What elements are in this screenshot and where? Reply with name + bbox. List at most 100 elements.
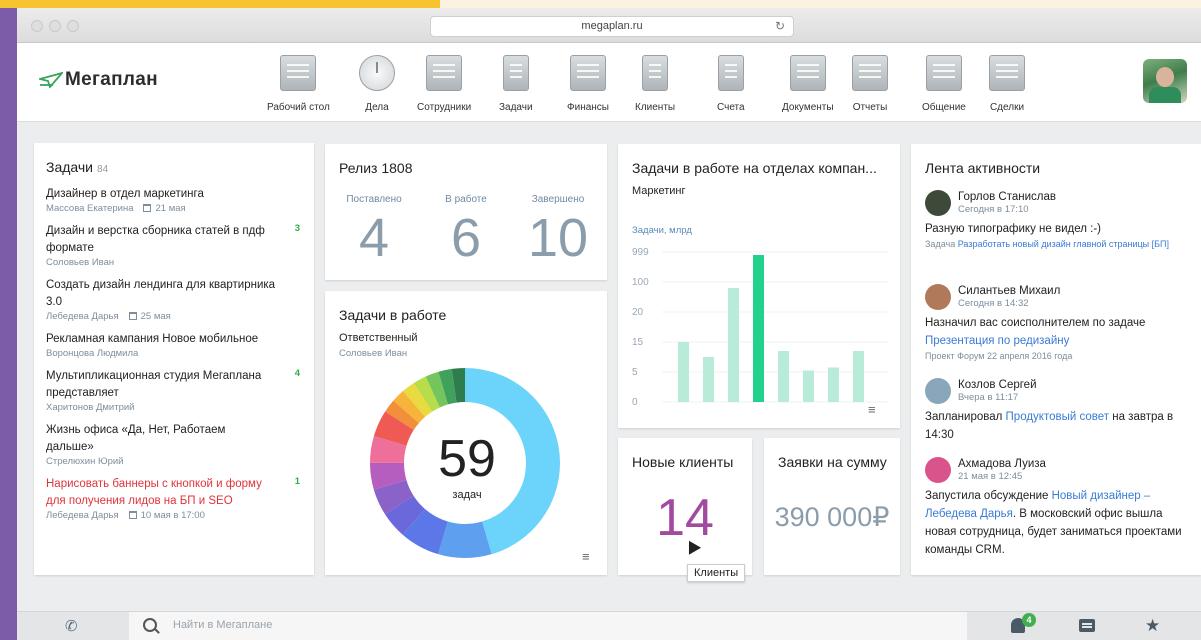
task-item[interactable]: Жизнь офиса «Да, Нет, Работаем дальше» Ст… [46, 422, 306, 468]
tasks-in-work-widget: Задачи в работе Ответственный Соловьев И… [325, 291, 607, 575]
activity-task-link[interactable]: Разработать новый дизайн главной страниц… [958, 239, 1169, 249]
task-meta: Лебедева Дарья 10 мая в 17:00 [46, 510, 306, 522]
nav-item[interactable]: Сделки [989, 51, 1025, 119]
release-stat-value: 10 [527, 208, 589, 268]
nav-item[interactable]: Документы [782, 51, 834, 119]
task-title[interactable]: Мультипликационная студия Мегаплана пред… [46, 368, 276, 402]
report-chart-icon [852, 55, 888, 91]
task-title[interactable]: Дизайнер в отдел маркетинга [46, 186, 276, 203]
task-meta: Соловьев Иван [46, 257, 306, 269]
activity-author[interactable]: Козлов Сергей [958, 378, 1037, 392]
reload-icon[interactable]: ↻ [775, 17, 785, 36]
tasks-clipboard-icon [502, 55, 529, 91]
user-avatar-icon[interactable] [925, 457, 951, 483]
nav-item[interactable]: Задачи [499, 51, 533, 119]
task-title[interactable]: Жизнь офиса «Да, Нет, Работаем дальше» [46, 422, 276, 456]
task-title[interactable]: Рекламная кампания Новое мобильное [46, 331, 276, 348]
task-person[interactable]: Воронцова Людмила [46, 348, 138, 359]
nav-item-label: Клиенты [635, 102, 676, 113]
nav-item[interactable]: Счета [717, 51, 745, 119]
task-item[interactable]: Дизайнер в отдел маркетинга Массова Екате… [46, 186, 306, 215]
nav-item[interactable]: Дела [359, 51, 395, 119]
widget-menu-icon[interactable]: ≡ [582, 549, 590, 564]
browser-titlebar: megaplan.ru ↻ [17, 8, 1201, 43]
task-title[interactable]: Дизайн и верстка сборника статей в пдф ф… [46, 223, 276, 257]
nav-item[interactable]: Рабочий стол [267, 51, 330, 119]
calendar-icon [128, 511, 137, 519]
messages-icon[interactable] [1079, 619, 1095, 632]
briefcase-icon [989, 55, 1025, 91]
chart-bar[interactable] [703, 357, 714, 402]
activity-title[interactable]: Лента активности [925, 160, 1040, 176]
megaplan-logo[interactable]: Мегаплан [39, 69, 158, 91]
nav-item[interactable]: Общение [922, 51, 966, 119]
task-meta: Стрелюхин Юрий [46, 456, 306, 468]
user-avatar-icon[interactable] [925, 378, 951, 404]
chart-bar[interactable] [853, 351, 864, 402]
amount-value: 390 000₽ [774, 502, 890, 532]
task-item[interactable]: Мультипликационная студия Мегаплана пред… [46, 368, 306, 414]
nav-item[interactable]: Сотрудники [417, 51, 471, 119]
chart-bar[interactable] [828, 367, 839, 403]
task-person[interactable]: Лебедева Дарья [46, 311, 119, 322]
release-title[interactable]: Релиз 1808 [339, 160, 413, 176]
user-avatar[interactable] [1143, 59, 1187, 103]
favorites-star-icon[interactable]: ★ [1145, 616, 1160, 636]
activity-event-link[interactable]: Продуктовый совет [1006, 411, 1110, 423]
task-item[interactable]: Создать дизайн лендинга для квартирника … [46, 277, 306, 323]
chart-bar[interactable] [778, 351, 789, 402]
nav-item[interactable]: Отчеты [852, 51, 888, 119]
bottom-bar: ✆ Найти в Мегаплане 4 ★ [17, 611, 1201, 640]
y-tick-label: 5 [632, 367, 638, 378]
desktop-icon [280, 55, 317, 91]
nav-item[interactable]: Финансы [567, 51, 609, 119]
release-stat-label: В работе [445, 194, 487, 205]
release-stat-inwork[interactable]: В работе 6 [421, 194, 511, 269]
task-title[interactable]: Нарисовать баннеры с кнопкой и форму для… [46, 476, 276, 510]
task-person[interactable]: Харитонов Дмитрий [46, 402, 134, 413]
close-window-button[interactable] [31, 20, 43, 32]
amount-title[interactable]: Заявки на сумму [778, 454, 887, 470]
tasks-title[interactable]: Задачи 84 [46, 159, 108, 175]
task-person[interactable]: Соловьев Иван [46, 257, 114, 268]
activity-item: Силантьев Михаил Сегодня в 14:32 Назначил… [925, 284, 1195, 362]
search-input[interactable]: Найти в Мегаплане [129, 612, 967, 640]
task-item[interactable]: Нарисовать баннеры с кнопкой и форму для… [46, 476, 306, 522]
user-avatar-icon[interactable] [925, 284, 951, 310]
safe-icon [569, 55, 606, 91]
chart-title[interactable]: Задачи в работе на отделах компан... [632, 160, 877, 176]
minimize-window-button[interactable] [49, 20, 61, 32]
inwork-title[interactable]: Задачи в работе [339, 307, 446, 323]
activity-author[interactable]: Горлов Станислав [958, 190, 1056, 204]
new-clients-title[interactable]: Новые клиенты [632, 454, 733, 470]
task-item[interactable]: Дизайн и верстка сборника статей в пдф ф… [46, 223, 306, 269]
phone-icon[interactable]: ✆ [65, 617, 78, 635]
widget-menu-icon[interactable]: ≡ [868, 402, 876, 417]
paper-plane-logo-icon [39, 72, 63, 88]
task-item[interactable]: Рекламная кампания Новое мобильное Воронц… [46, 331, 306, 360]
chart-bar[interactable] [753, 255, 764, 402]
task-person[interactable]: Лебедева Дарья [46, 510, 119, 521]
chart-bar[interactable] [728, 288, 739, 402]
new-clients-value[interactable]: 14 [618, 488, 752, 548]
browser-window: megaplan.ru ↻ Мегаплан Рабочий стол Дела С… [17, 8, 1201, 640]
activity-task-link[interactable]: Презентация по редизайну [925, 335, 1069, 347]
nav-item-label: Сотрудники [417, 102, 472, 113]
task-person[interactable]: Массова Екатерина [46, 203, 133, 214]
activity-author[interactable]: Силантьев Михаил [958, 284, 1060, 298]
task-date: 25 мая [140, 311, 171, 322]
y-tick-label: 15 [632, 337, 644, 348]
chart-bar[interactable] [678, 342, 689, 402]
chart-bar[interactable] [803, 370, 814, 403]
activity-text-body: Назначил вас соисполнителем по задаче [925, 317, 1146, 329]
user-avatar-icon[interactable] [925, 190, 951, 216]
release-stat-done[interactable]: Завершено 10 [513, 194, 603, 269]
task-person[interactable]: Стрелюхин Юрий [46, 456, 123, 467]
activity-author[interactable]: Ахмадова Луиза [958, 457, 1046, 471]
task-title[interactable]: Создать дизайн лендинга для квартирника … [46, 277, 276, 311]
zoom-window-button[interactable] [67, 20, 79, 32]
release-stat-set[interactable]: Поставлено 4 [329, 194, 419, 269]
tasks-count: 84 [97, 164, 109, 175]
nav-item[interactable]: Клиенты [635, 51, 675, 119]
address-bar[interactable]: megaplan.ru ↻ [430, 16, 794, 37]
